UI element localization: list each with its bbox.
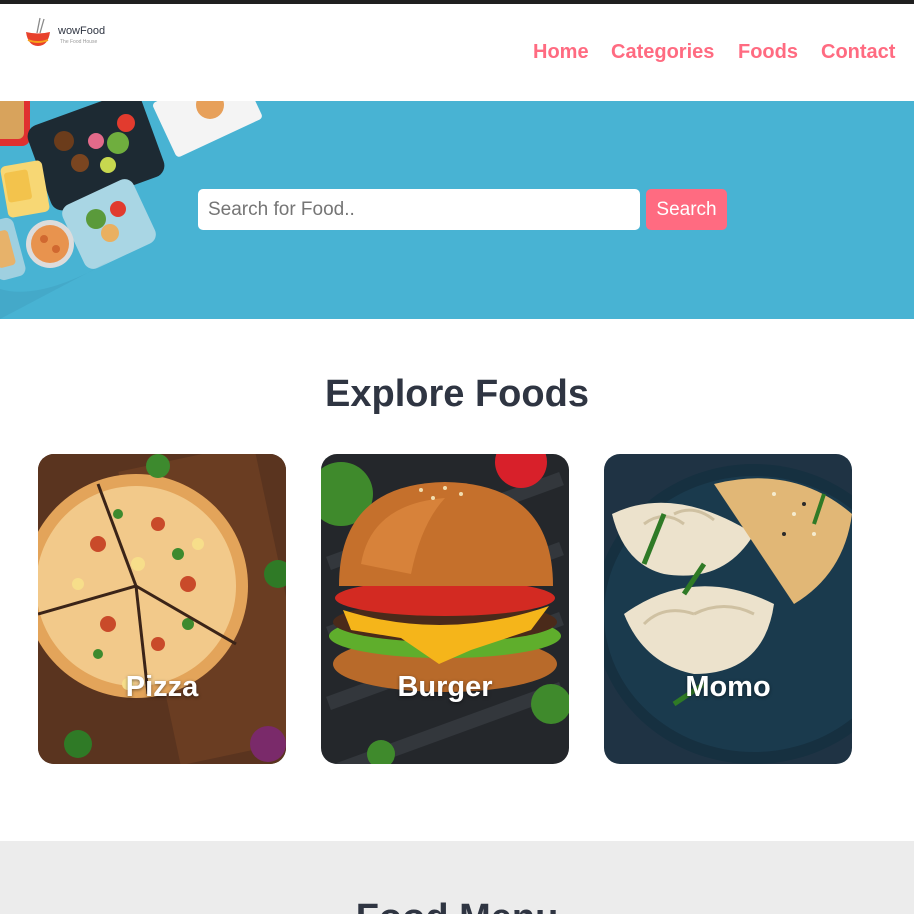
food-bowl-icon <box>26 17 50 46</box>
nav-home[interactable]: Home <box>533 41 589 64</box>
food-menu-title: Food Menu <box>0 897 914 914</box>
navbar: wowFood The Food House Home Categories F… <box>0 4 914 101</box>
brand-name: wowFood <box>58 25 106 37</box>
nav-foods[interactable]: Foods <box>738 41 798 64</box>
nav-contact[interactable]: Contact <box>821 41 895 64</box>
pizza-image <box>38 454 286 764</box>
momo-image <box>604 454 852 764</box>
logo[interactable]: wowFood The Food House <box>24 16 134 50</box>
nav-categories[interactable]: Categories <box>611 41 714 64</box>
category-card-burger[interactable]: Burger <box>321 454 569 764</box>
search-input[interactable] <box>198 189 640 230</box>
category-label-pizza: Pizza <box>125 671 199 703</box>
search-button[interactable]: Search <box>646 189 727 230</box>
category-card-momo[interactable]: Momo <box>604 454 852 764</box>
burger-image <box>321 454 569 764</box>
explore-foods-title: Explore Foods <box>325 373 589 415</box>
food-menu-section: Food Menu <box>0 841 914 914</box>
hero-search-section: Search <box>0 101 914 319</box>
category-label-momo: Momo <box>685 671 771 703</box>
category-label-burger: Burger <box>397 671 493 703</box>
category-card-pizza[interactable]: Pizza <box>38 454 286 764</box>
brand-tagline: The Food House <box>60 39 98 45</box>
